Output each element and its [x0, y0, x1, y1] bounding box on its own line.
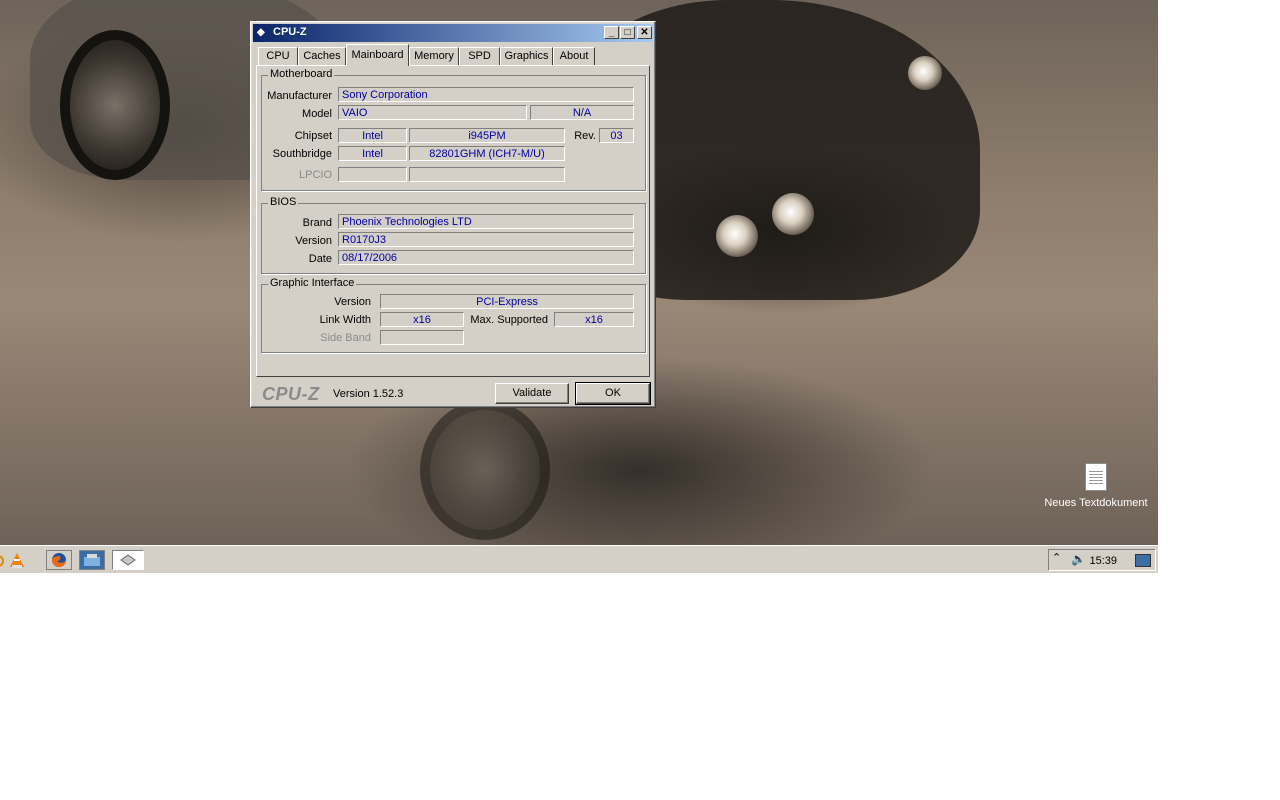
cpuz-logo: CPU-Z [262, 384, 320, 404]
gi-version-label: Version [334, 296, 371, 308]
link-width-field: x16 [380, 312, 464, 327]
manufacturer-field: Sony Corporation [338, 87, 634, 102]
lpcio-model-field [409, 167, 565, 182]
window-title: CPU-Z [273, 26, 307, 38]
tab-graphics[interactable]: Graphics [500, 47, 553, 65]
wallpaper-headlight [908, 56, 942, 90]
title-bar[interactable]: ◆ CPU-Z _ □ ✕ [253, 24, 653, 42]
group-title: Graphic Interface [268, 277, 357, 289]
system-tray: ⌃ 🔈 15:39 [1048, 549, 1156, 571]
cpuz-task-button[interactable] [112, 550, 144, 570]
group-title: BIOS [268, 196, 299, 208]
max-supported-label: Max. Supported [470, 314, 548, 326]
southbridge-label: Southbridge [272, 148, 332, 160]
version-text: Version 1.52.3 [333, 388, 404, 400]
side-band-field [380, 330, 464, 345]
cpuz-app-icon: ◆ [257, 27, 265, 38]
wallpaper-headlight [772, 193, 814, 235]
southbridge-vendor-field: Intel [338, 146, 407, 161]
text-document-icon [1085, 463, 1107, 491]
tab-cpu[interactable]: CPU [258, 47, 298, 65]
bios-date-label: Date [308, 253, 332, 265]
tab-spd[interactable]: SPD [459, 47, 500, 65]
tab-mainboard[interactable]: Mainboard [346, 44, 409, 66]
model-extra-field: N/A [530, 105, 634, 120]
chipset-model-field: i945PM [409, 128, 565, 143]
tab-memory[interactable]: Memory [409, 47, 459, 65]
taskbar: ⌃ 🔈 15:39 [0, 545, 1158, 573]
manufacturer-label: Manufacturer [267, 90, 332, 102]
bios-version-field: R0170J3 [338, 232, 634, 247]
max-supported-field: x16 [554, 312, 634, 327]
side-band-label: Side Band [320, 332, 371, 344]
lpcio-vendor-field [338, 167, 407, 182]
show-desktop-icon[interactable] [79, 550, 105, 570]
firefox-icon[interactable] [46, 550, 72, 570]
model-field: VAIO [338, 105, 527, 120]
wallpaper-wheel-reflection [420, 400, 550, 540]
chipset-vendor-field: Intel [338, 128, 407, 143]
vlc-icon[interactable] [6, 550, 32, 570]
bios-version-label: Version [295, 235, 332, 247]
rev-label: Rev. [574, 130, 596, 142]
clock[interactable]: 15:39 [1089, 555, 1117, 567]
lpcio-label: LPCIO [298, 169, 332, 181]
chipset-label: Chipset [294, 130, 332, 142]
tab-about[interactable]: About [553, 47, 595, 65]
maximize-button[interactable]: □ [620, 26, 635, 39]
model-label: Model [302, 108, 332, 120]
ok-button[interactable]: OK [575, 382, 651, 405]
bios-brand-label: Brand [302, 217, 332, 229]
desktop-icon-label: Neues Textdokument [1044, 497, 1148, 509]
bios-brand-field: Phoenix Technologies LTD [338, 214, 634, 229]
group-title: Motherboard [268, 68, 335, 80]
tab-caches[interactable]: Caches [298, 47, 346, 65]
wallpaper-headlight [716, 215, 758, 257]
validate-button[interactable]: Validate [495, 383, 569, 404]
network-icon[interactable] [1135, 554, 1151, 567]
show-hidden-icons-icon[interactable]: ⌃ [1052, 551, 1061, 564]
close-button[interactable]: ✕ [637, 26, 652, 39]
southbridge-model-field: 82801GHM (ICH7-M/U) [409, 146, 565, 161]
desktop-icon-text-document[interactable]: Neues Textdokument [1040, 460, 1152, 509]
bios-date-field: 08/17/2006 [338, 250, 634, 265]
volume-icon[interactable]: 🔈 [1071, 552, 1086, 566]
gi-version-field: PCI-Express [380, 294, 634, 309]
wallpaper-wheel [60, 30, 170, 180]
rev-field: 03 [599, 128, 634, 143]
minimize-button[interactable]: _ [604, 26, 619, 39]
link-width-label: Link Width [319, 314, 371, 326]
